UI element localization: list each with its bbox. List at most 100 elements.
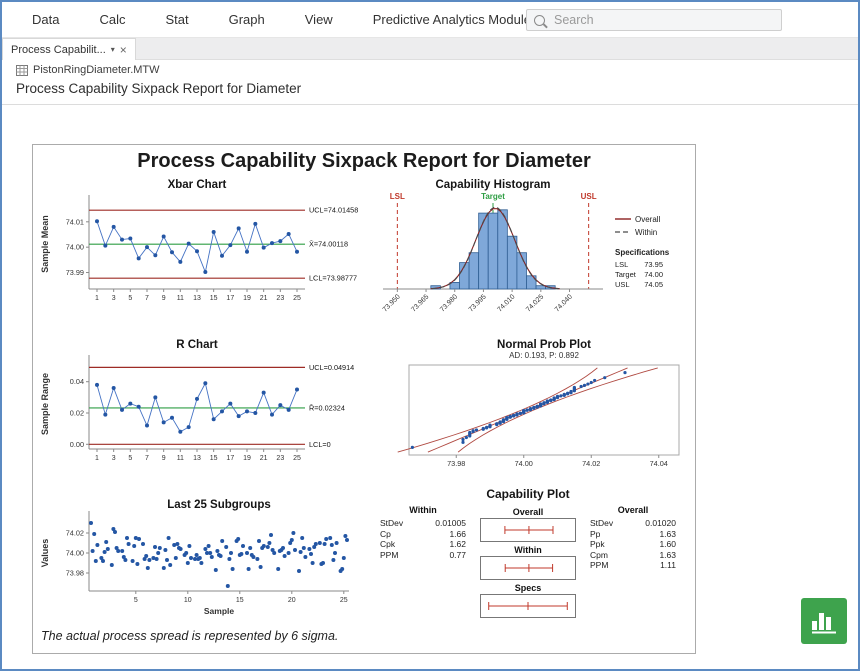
- report-figure[interactable]: Process Capability Sixpack Report for Di…: [32, 144, 696, 654]
- svg-text:73.99: 73.99: [66, 268, 84, 277]
- svg-text:9: 9: [162, 295, 166, 302]
- svg-text:74.00: 74.00: [66, 243, 84, 252]
- svg-text:Sample Mean: Sample Mean: [40, 215, 50, 273]
- capability-histogram: Capability HistogramLSLTargetUSL73.95073…: [363, 175, 693, 333]
- svg-text:3: 3: [112, 295, 116, 302]
- svg-text:73.980: 73.980: [439, 293, 459, 313]
- xbar-chart: Xbar ChartSample Mean74.0174.0073.991357…: [37, 175, 361, 337]
- svg-text:15: 15: [236, 597, 244, 604]
- stat-label: Cpm: [590, 550, 608, 561]
- svg-text:Normal Prob Plot: Normal Prob Plot: [497, 339, 591, 351]
- stat-row: PPM 1.11: [590, 560, 676, 571]
- svg-text:25: 25: [293, 455, 301, 462]
- stat-row: Cp 1.66: [380, 529, 466, 540]
- svg-text:13: 13: [193, 455, 201, 462]
- svg-text:19: 19: [243, 455, 251, 462]
- svg-text:Target: Target: [615, 270, 637, 279]
- svg-text:73.995: 73.995: [468, 293, 488, 313]
- graph-button[interactable]: [801, 598, 847, 644]
- menu-item-data[interactable]: Data: [32, 12, 59, 27]
- svg-text:73.98: 73.98: [447, 459, 465, 468]
- stat-row: PPM0.77: [380, 550, 466, 561]
- svg-text:74.00: 74.00: [515, 459, 533, 468]
- last-25-subgroups-chart: Last 25 SubgroupsValues74.0274.0073.9851…: [37, 495, 361, 625]
- interval-box-specs: [480, 594, 576, 618]
- search-box[interactable]: [526, 9, 782, 31]
- interval-label-overall: Overall: [513, 507, 544, 518]
- stat-value: 0.01020: [645, 518, 676, 529]
- within-stats-title: Within: [380, 505, 466, 515]
- svg-text:Sample Range: Sample Range: [40, 373, 50, 435]
- menu-item-graph[interactable]: Graph: [229, 12, 265, 27]
- svg-text:Sample: Sample: [204, 606, 235, 616]
- svg-text:74.02: 74.02: [66, 529, 84, 538]
- stat-label: PPM: [590, 560, 608, 571]
- svg-text:Xbar Chart: Xbar Chart: [168, 179, 227, 191]
- svg-text:Capability Histogram: Capability Histogram: [435, 179, 550, 191]
- svg-text:11: 11: [177, 295, 184, 302]
- stat-value: 0.01005: [435, 518, 466, 529]
- svg-text:74.00: 74.00: [66, 549, 84, 558]
- svg-text:74.04: 74.04: [650, 459, 668, 468]
- stat-row: Cpk 1.62: [380, 539, 466, 550]
- svg-text:73.98: 73.98: [66, 569, 84, 578]
- svg-text:1: 1: [95, 295, 99, 302]
- svg-text:LCL=0: LCL=0: [309, 440, 331, 449]
- stat-value: 1.63: [659, 550, 676, 561]
- svg-text:25: 25: [340, 597, 348, 604]
- svg-text:13: 13: [193, 295, 201, 302]
- svg-text:74.040: 74.040: [554, 293, 574, 313]
- tab-title: Process Capabilit...: [11, 44, 106, 56]
- menu-item-stat[interactable]: Stat: [165, 12, 188, 27]
- tab-bar: Process Capabilit... ▾ ×: [2, 38, 858, 60]
- stat-label: Cpk: [380, 539, 395, 550]
- svg-text:74.010: 74.010: [496, 293, 516, 313]
- stat-label: Cp: [380, 529, 391, 540]
- svg-text:UCL=0.04914: UCL=0.04914: [309, 363, 354, 372]
- stat-row: Ppk1.60: [590, 539, 676, 550]
- svg-text:74.05: 74.05: [644, 280, 663, 289]
- close-icon[interactable]: ×: [120, 45, 127, 55]
- svg-text:21: 21: [260, 455, 268, 462]
- tab-process-capability[interactable]: Process Capabilit... ▾ ×: [2, 38, 136, 60]
- minitab-window: Data Calc Stat Graph View Predictive Ana…: [0, 0, 860, 671]
- capability-plot-panel: Capability Plot Within StDev0.01005 Cp1.…: [365, 487, 691, 627]
- bar-chart-icon: [810, 608, 838, 635]
- stat-value: 1.63: [659, 529, 676, 540]
- svg-text:20: 20: [288, 597, 296, 604]
- menu-item-predictive-analytics-module[interactable]: Predictive Analytics Module: [373, 12, 531, 27]
- svg-text:19: 19: [243, 295, 251, 302]
- stat-row: StDev 0.01005: [380, 518, 466, 529]
- svg-text:11: 11: [177, 455, 184, 462]
- report-title: Process Capability Sixpack Report for Di…: [33, 150, 695, 173]
- overall-stats: Overall StDev0.01020 Pp1.63 Ppk1.60 Cpm1…: [590, 505, 676, 619]
- worksheet-row[interactable]: PistonRingDiameter.MTW: [16, 64, 160, 76]
- stat-value: 1.62: [449, 539, 466, 550]
- svg-text:15: 15: [210, 295, 218, 302]
- search-input[interactable]: [552, 12, 774, 28]
- stat-label: StDev: [380, 518, 403, 529]
- search-icon: [534, 15, 545, 26]
- svg-text:3: 3: [112, 455, 116, 462]
- menu-item-calc[interactable]: Calc: [99, 12, 125, 27]
- session-heading: Process Capability Sixpack Report for Di…: [16, 81, 301, 96]
- within-stats: Within StDev 0.01005 Cp 1.66 Cpk 1.62 PPM0.…: [380, 505, 466, 619]
- svg-text:LSL: LSL: [615, 260, 628, 269]
- svg-text:10: 10: [184, 597, 192, 604]
- stat-value: 1.66: [449, 529, 466, 540]
- divider: [2, 104, 858, 105]
- worksheet-name: PistonRingDiameter.MTW: [33, 64, 160, 76]
- stat-label: StDev: [590, 518, 613, 529]
- stat-row: Cpm 1.63: [590, 550, 676, 561]
- svg-text:7: 7: [145, 455, 149, 462]
- menu-item-view[interactable]: View: [305, 12, 333, 27]
- svg-text:23: 23: [276, 295, 284, 302]
- stat-value: 1.60: [659, 539, 676, 550]
- svg-text:15: 15: [210, 455, 218, 462]
- stat-value: 1.11: [660, 560, 676, 571]
- svg-text:USL: USL: [615, 280, 630, 289]
- svg-text:AD: 0.193, P: 0.892: AD: 0.193, P: 0.892: [509, 351, 579, 360]
- chevron-down-icon[interactable]: ▾: [111, 45, 115, 54]
- svg-text:0.04: 0.04: [70, 377, 84, 386]
- stat-row: StDev 0.01020: [590, 518, 676, 529]
